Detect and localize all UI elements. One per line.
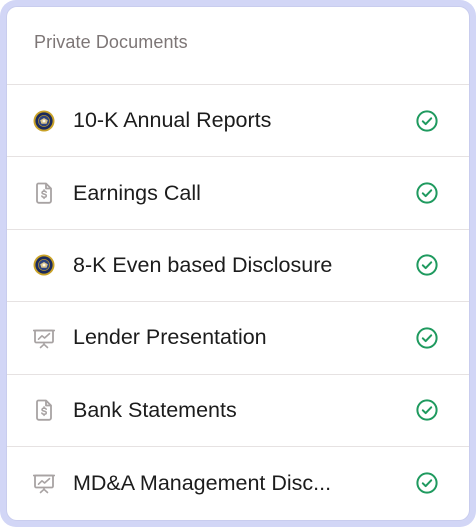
verified-check-icon (415, 326, 439, 350)
document-label: MD&A Management Disc... (73, 470, 332, 495)
verified-check-icon (415, 471, 439, 495)
sec-seal-icon (32, 109, 56, 133)
document-label: 8-K Even based Disclosure (73, 252, 333, 277)
presentation-chart-icon (32, 326, 56, 350)
verified-check-icon (415, 109, 439, 133)
verified-check-icon (415, 253, 439, 277)
private-documents-card: Private Documents 10-K Annual Reports Ea… (6, 6, 470, 521)
document-row-bank-statements[interactable]: Bank Statements (7, 375, 469, 447)
dollar-file-icon (32, 181, 56, 205)
panel-title: Private Documents (34, 32, 188, 52)
document-row-earnings-call[interactable]: Earnings Call (7, 157, 469, 230)
document-list: 10-K Annual Reports Earnings Call 8-K Ev… (7, 85, 469, 519)
dollar-file-icon (32, 398, 56, 422)
verified-check-icon (415, 398, 439, 422)
sec-seal-icon (32, 253, 56, 277)
presentation-chart-icon (32, 471, 56, 495)
document-row-10k[interactable]: 10-K Annual Reports (7, 85, 469, 158)
document-label: Earnings Call (73, 180, 201, 205)
document-row-mda[interactable]: MD&A Management Disc... (7, 447, 469, 519)
document-row-8k[interactable]: 8-K Even based Disclosure (7, 230, 469, 303)
document-row-lender-presentation[interactable]: Lender Presentation (7, 302, 469, 375)
card-header: Private Documents (7, 7, 469, 85)
document-label: Lender Presentation (73, 325, 267, 350)
panel-frame: Private Documents 10-K Annual Reports Ea… (0, 0, 476, 527)
document-label: 10-K Annual Reports (73, 108, 272, 133)
verified-check-icon (415, 181, 439, 205)
document-label: Bank Statements (73, 397, 237, 422)
